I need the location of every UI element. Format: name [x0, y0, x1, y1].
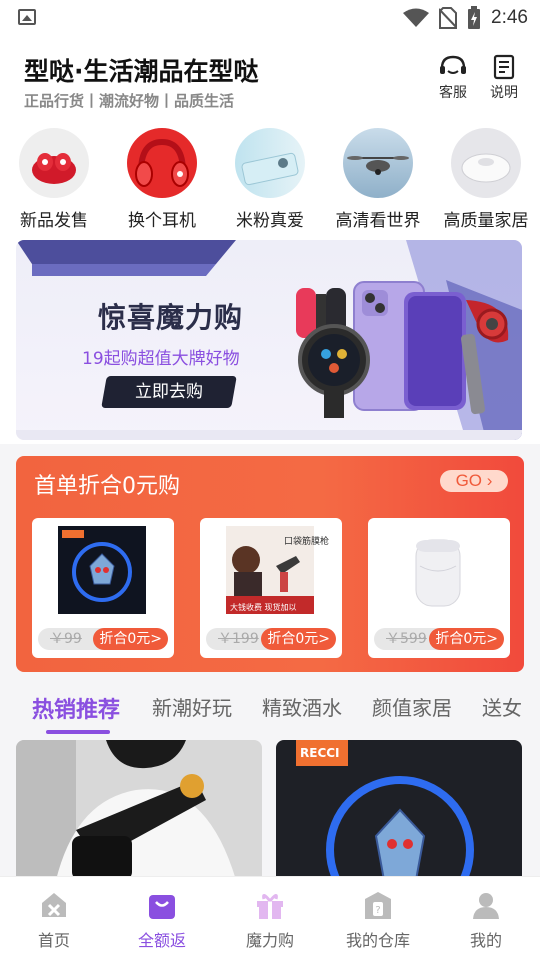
banner-subtitle: 19起购超值大牌好物 [82, 349, 240, 369]
svg-text:?: ? [375, 905, 380, 916]
deal-label: 折合0元> [429, 628, 504, 650]
product-caption-top: 口袋筋膜枪 [284, 537, 330, 547]
tab-gifts[interactable]: 送女 [482, 692, 522, 721]
feed-card[interactable] [16, 740, 262, 880]
category-item[interactable]: 米粉真爱 [218, 128, 322, 231]
wifi-icon [403, 8, 430, 27]
category-tabs: 热销推荐 新潮好玩 精致酒水 颜值家居 送女 [0, 682, 540, 734]
category-item[interactable]: 高清看世界 [326, 128, 430, 231]
product-feed: RECCI [0, 740, 540, 880]
customer-service-button[interactable]: 客服 [433, 54, 473, 102]
first-order-promo: 首单折合0元购 GO › ￥99 折合0元> 口袋筋膜枪 大钱收费 现货加以 ￥… [16, 456, 524, 672]
red-earbuds-icon [19, 128, 89, 198]
page-title: 型哒·生活潮品在型哒 [24, 57, 259, 86]
home-icon [42, 893, 66, 917]
nav-label: 我的仓库 [345, 931, 410, 950]
tab-trendy[interactable]: 新潮好玩 [152, 692, 232, 721]
original-price: ￥599 [386, 631, 427, 647]
tab-liquor[interactable]: 精致酒水 [262, 692, 342, 721]
price-pill: ￥599 折合0元> [374, 628, 504, 650]
customer-service-label: 客服 [439, 85, 467, 101]
price-pill: ￥199 折合0元> [206, 628, 336, 650]
bottom-navigation: 首页 全额返 魔力购 ? 我的仓库 我的 [0, 876, 540, 961]
nav-warehouse[interactable]: ? 我的仓库 [324, 885, 432, 951]
chevron-right-icon: › [486, 471, 493, 490]
nav-label: 全额返 [137, 931, 186, 950]
nav-magic-buy[interactable]: 魔力购 [216, 885, 324, 951]
deal-label: 折合0元> [261, 628, 336, 650]
feed-card[interactable]: RECCI [276, 740, 522, 880]
status-bar: 2:46 [0, 0, 540, 36]
product-image [276, 740, 522, 880]
battery-charging-icon [468, 6, 481, 29]
nav-full-rebate[interactable]: 全额返 [108, 885, 216, 951]
original-price: ￥199 [218, 631, 259, 647]
category-item[interactable]: 换个耳机 [110, 128, 214, 231]
nav-label: 我的 [469, 931, 502, 950]
promo-product-card[interactable]: ￥99 折合0元> [32, 518, 174, 658]
tab-hot[interactable]: 热销推荐 [32, 692, 120, 724]
promo-product-card[interactable]: 口袋筋膜枪 大钱收费 现货加以 ￥199 折合0元> [200, 518, 342, 658]
image-notification-icon [18, 9, 36, 25]
red-headphones-icon [127, 128, 197, 198]
price-pill: ￥99 折合0元> [38, 628, 168, 650]
clock: 2:46 [491, 7, 528, 28]
product-image [58, 526, 146, 614]
promo-product-card[interactable]: ￥599 折合0元> [368, 518, 510, 658]
deal-label: 折合0元> [93, 628, 168, 650]
category-row: 新品发售 换个耳机 米粉真爱 高清看世界 高质量家居 [0, 122, 540, 240]
help-label: 说明 [490, 85, 518, 101]
gift-icon [257, 894, 283, 919]
promo-title: 首单折合0元购 [34, 474, 180, 499]
go-label: GO [455, 471, 483, 490]
robot-vacuum-icon [451, 128, 521, 198]
nav-label: 首页 [37, 931, 70, 950]
no-sim-icon [439, 7, 458, 29]
active-tab-indicator [46, 730, 110, 734]
brand-label: RECCI [300, 746, 340, 760]
product-image [16, 740, 262, 880]
app-header: 型哒·生活潮品在型哒 正品行货丨潮流好物丨品质生活 客服 说明 [0, 36, 540, 122]
original-price: ￥99 [50, 631, 82, 647]
warehouse-icon: ? [365, 892, 391, 919]
page-subtitle: 正品行货丨潮流好物丨品质生活 [24, 92, 235, 110]
banner-title: 惊喜魔力购 [98, 301, 244, 334]
category-label: 高质量家居 [443, 211, 529, 231]
tab-home[interactable]: 颜值家居 [372, 692, 452, 721]
phone-icon [235, 128, 305, 198]
banner-section: 惊喜魔力购 19起购超值大牌好物 立即去购 [0, 240, 540, 444]
product-caption-bottom: 大钱收费 现货加以 [230, 603, 297, 612]
banner-products-image [296, 281, 509, 418]
nav-label: 魔力购 [245, 931, 294, 950]
promo-banner[interactable]: 惊喜魔力购 19起购超值大牌好物 立即去购 [16, 240, 522, 440]
help-button[interactable]: 说明 [484, 54, 524, 102]
drone-icon [343, 128, 413, 198]
document-icon [493, 54, 515, 80]
category-item[interactable]: 新品发售 [2, 128, 106, 231]
go-button[interactable]: GO › [440, 470, 508, 492]
user-icon [473, 893, 499, 919]
nav-home[interactable]: 首页 [0, 885, 108, 951]
category-label: 新品发售 [20, 211, 88, 231]
category-label: 高清看世界 [335, 211, 421, 231]
category-label: 换个耳机 [128, 211, 196, 231]
nav-profile[interactable]: 我的 [432, 885, 540, 951]
category-label: 米粉真爱 [236, 211, 304, 231]
buy-now-button[interactable]: 立即去购 [101, 376, 237, 408]
buy-now-label: 立即去购 [135, 382, 203, 401]
category-item[interactable]: 高质量家居 [434, 128, 538, 231]
bag-icon [149, 895, 175, 919]
headset-icon [440, 55, 466, 74]
product-image [394, 526, 482, 614]
